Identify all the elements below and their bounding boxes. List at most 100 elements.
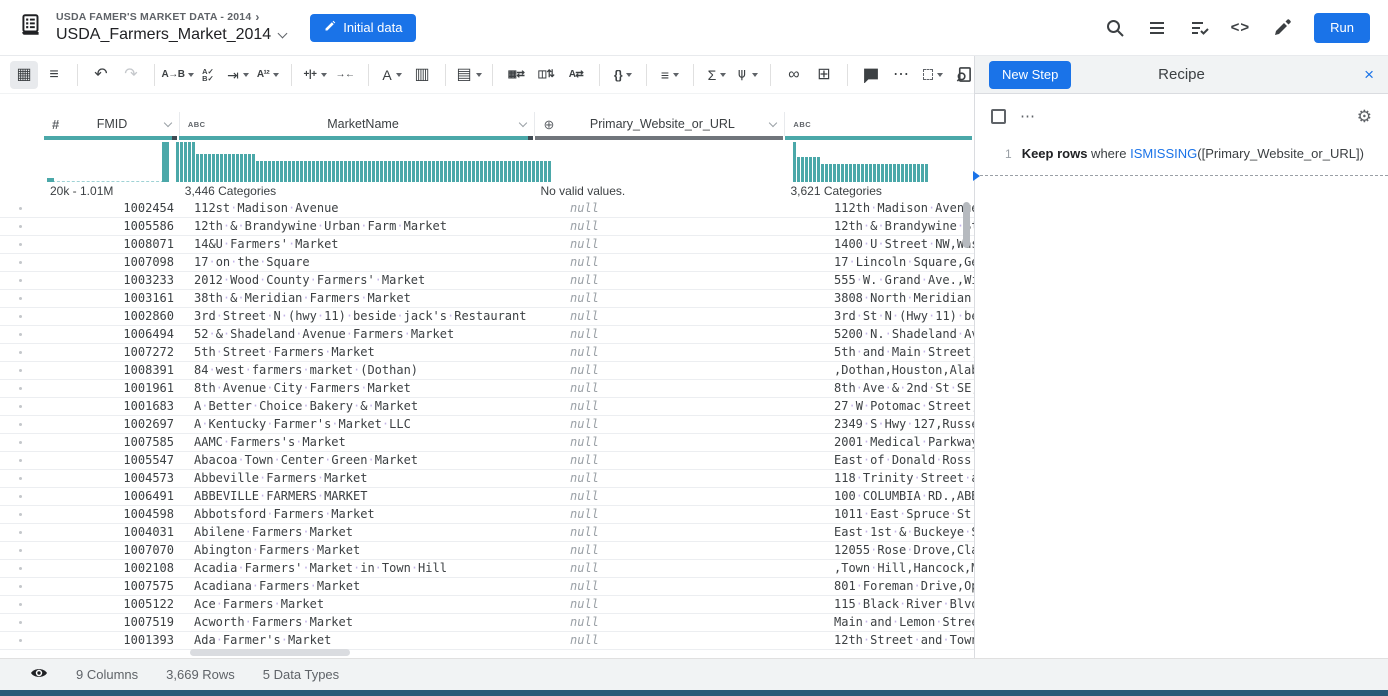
histogram-bar[interactable] — [877, 164, 880, 182]
table-row[interactable]: 1006491ABBEVILLE·FARMERS·MARKETnull100·C… — [0, 488, 974, 506]
histogram-bar[interactable] — [472, 161, 475, 182]
histogram-bar[interactable] — [176, 142, 179, 182]
grid-cell[interactable]: 1001393 — [44, 632, 186, 649]
histogram-bar[interactable] — [504, 161, 507, 182]
histogram-bar[interactable] — [240, 154, 243, 182]
histogram-bar[interactable] — [464, 161, 467, 182]
column-histogram[interactable] — [44, 140, 174, 183]
initial-data-button[interactable]: Initial data — [310, 14, 416, 42]
table-row[interactable]: 10028603rd·Street·N·(hwy·11)·beside·jack… — [0, 308, 974, 326]
grid-cell[interactable]: 112st·Madison·Avenue — [186, 200, 562, 217]
row-marker[interactable] — [0, 434, 44, 451]
row-marker[interactable] — [0, 218, 44, 235]
run-button[interactable]: Run — [1314, 13, 1370, 43]
table-row[interactable]: 1007070Abington·Farmers·Marketnull12055·… — [0, 542, 974, 560]
select-columns-button[interactable] — [919, 61, 947, 89]
histogram-bar[interactable] — [200, 154, 203, 182]
column-histogram[interactable] — [174, 140, 550, 183]
grid-cell[interactable]: Ada·Farmer's·Market — [186, 632, 562, 649]
row-marker[interactable] — [0, 290, 44, 307]
grid-cell[interactable]: Abacoa·Town·Center·Green·Market — [186, 452, 562, 469]
grid-cell[interactable]: null — [562, 596, 826, 613]
histogram-bar[interactable] — [853, 164, 856, 182]
histogram-bar[interactable] — [372, 161, 375, 182]
grid-cell[interactable]: Main·and·Lemon·Stree — [826, 614, 974, 631]
column-menu-chevron-icon[interactable] — [164, 118, 172, 126]
histogram-bar[interactable] — [829, 164, 832, 182]
grid-cell[interactable]: 1005547 — [44, 452, 186, 469]
histogram-bar[interactable] — [845, 164, 848, 182]
histogram-bar[interactable] — [921, 164, 924, 182]
histogram-bar[interactable] — [188, 142, 191, 182]
grid-cell[interactable]: null — [562, 236, 826, 253]
grid-cell[interactable]: 1002108 — [44, 560, 186, 577]
grid-cell[interactable]: 801·Foreman·Drive,Op — [826, 578, 974, 595]
grid-cell[interactable]: East·of·Donald·Ross· — [826, 452, 974, 469]
row-marker[interactable] — [0, 560, 44, 577]
grid-cell[interactable]: 1005122 — [44, 596, 186, 613]
comment-button[interactable] — [857, 61, 885, 89]
histogram-bar[interactable] — [404, 161, 407, 182]
histogram-bar[interactable] — [897, 164, 900, 182]
row-marker[interactable] — [0, 470, 44, 487]
grid-cell[interactable]: ,Town·Hill,Hancock,M — [826, 560, 974, 577]
grid-cell[interactable]: 115·Black·River·Blvd — [826, 596, 974, 613]
table-row[interactable]: 1007519Acworth·Farmers·MarketnullMain·an… — [0, 614, 974, 632]
table-row[interactable]: 1002697A·Kentucky·Farmer's·Market·LLCnul… — [0, 416, 974, 434]
histogram-bar[interactable] — [344, 161, 347, 182]
histogram-bar[interactable] — [300, 161, 303, 182]
histogram-bar[interactable] — [468, 161, 471, 182]
grid-cell[interactable]: null — [562, 524, 826, 541]
histogram-bar[interactable] — [444, 161, 447, 182]
table-row[interactable]: 100558612th·&·Brandywine·Urban·Farm·Mark… — [0, 218, 974, 236]
table-row[interactable]: 100649452·&·Shadeland·Avenue·Farmers·Mar… — [0, 326, 974, 344]
histogram-bar[interactable] — [324, 161, 327, 182]
grid-view-button[interactable]: ▦ — [10, 61, 38, 89]
transpose-button[interactable]: ◫⇅ — [532, 61, 560, 89]
histogram-bar[interactable] — [204, 154, 207, 182]
row-marker[interactable] — [0, 632, 44, 649]
row-marker[interactable] — [0, 506, 44, 523]
histogram-bar[interactable] — [284, 161, 287, 182]
histogram-bar[interactable] — [228, 154, 231, 182]
grid-cell[interactable]: 112th·Madison·Avenue — [826, 200, 974, 217]
nest-button[interactable]: {} — [609, 61, 637, 89]
table-row[interactable]: 100316138th·&·Meridian·Farmers·Marketnul… — [0, 290, 974, 308]
histogram-bar[interactable] — [416, 161, 419, 182]
histogram-bar[interactable] — [460, 161, 463, 182]
redo-button[interactable]: ↷ — [117, 61, 145, 89]
grid-cell[interactable]: AAMC·Farmers's·Market — [186, 434, 562, 451]
grid-cell[interactable]: 84·west·farmers·market·(Dothan) — [186, 362, 562, 379]
extract-button[interactable]: ⇥ — [224, 61, 252, 89]
grid-cell[interactable]: null — [562, 290, 826, 307]
grid-cell[interactable]: 1002697 — [44, 416, 186, 433]
table-row[interactable]: 1001683A·Better·Choice·Bakery·&·Marketnu… — [0, 398, 974, 416]
histogram-bar[interactable] — [304, 161, 307, 182]
row-marker[interactable] — [0, 452, 44, 469]
grid-cell[interactable]: 1007272 — [44, 344, 186, 361]
histogram-bar[interactable] — [480, 161, 483, 182]
row-marker[interactable] — [0, 272, 44, 289]
histogram-bar[interactable] — [420, 161, 423, 182]
grid-cell[interactable]: 118·Trinity·Street·a — [826, 470, 974, 487]
histogram-bar[interactable] — [408, 161, 411, 182]
histogram-bar[interactable] — [364, 161, 367, 182]
grid-cell[interactable]: 100·COLUMBIA·RD.,ABB — [826, 488, 974, 505]
histogram-bar[interactable] — [512, 161, 515, 182]
vertical-scrollbar[interactable] — [963, 202, 970, 248]
histogram-bar[interactable] — [837, 164, 840, 182]
grid-cell[interactable]: 3rd·Street·N·(hwy·11)·beside·jack's·Rest… — [186, 308, 562, 325]
grid-cell[interactable]: East·1st·&·Buckeye·S — [826, 524, 974, 541]
histogram-bar[interactable] — [825, 164, 828, 182]
histogram-bar[interactable] — [256, 161, 259, 182]
grid-cell[interactable]: null — [562, 362, 826, 379]
column-histogram[interactable] — [791, 140, 974, 183]
row-marker[interactable] — [0, 614, 44, 631]
select-all-checkbox[interactable] — [991, 109, 1006, 124]
grid-cell[interactable]: A·Kentucky·Farmer's·Market·LLC — [186, 416, 562, 433]
histogram-bar[interactable] — [252, 154, 255, 182]
histogram-bar[interactable] — [260, 161, 263, 182]
breadcrumb-label[interactable]: USDA FAMER'S MARKET DATA - 2014 — [56, 11, 251, 24]
grid-cell[interactable]: 38th·&·Meridian·Farmers·Market — [186, 290, 562, 307]
grid-cell[interactable]: null — [562, 254, 826, 271]
